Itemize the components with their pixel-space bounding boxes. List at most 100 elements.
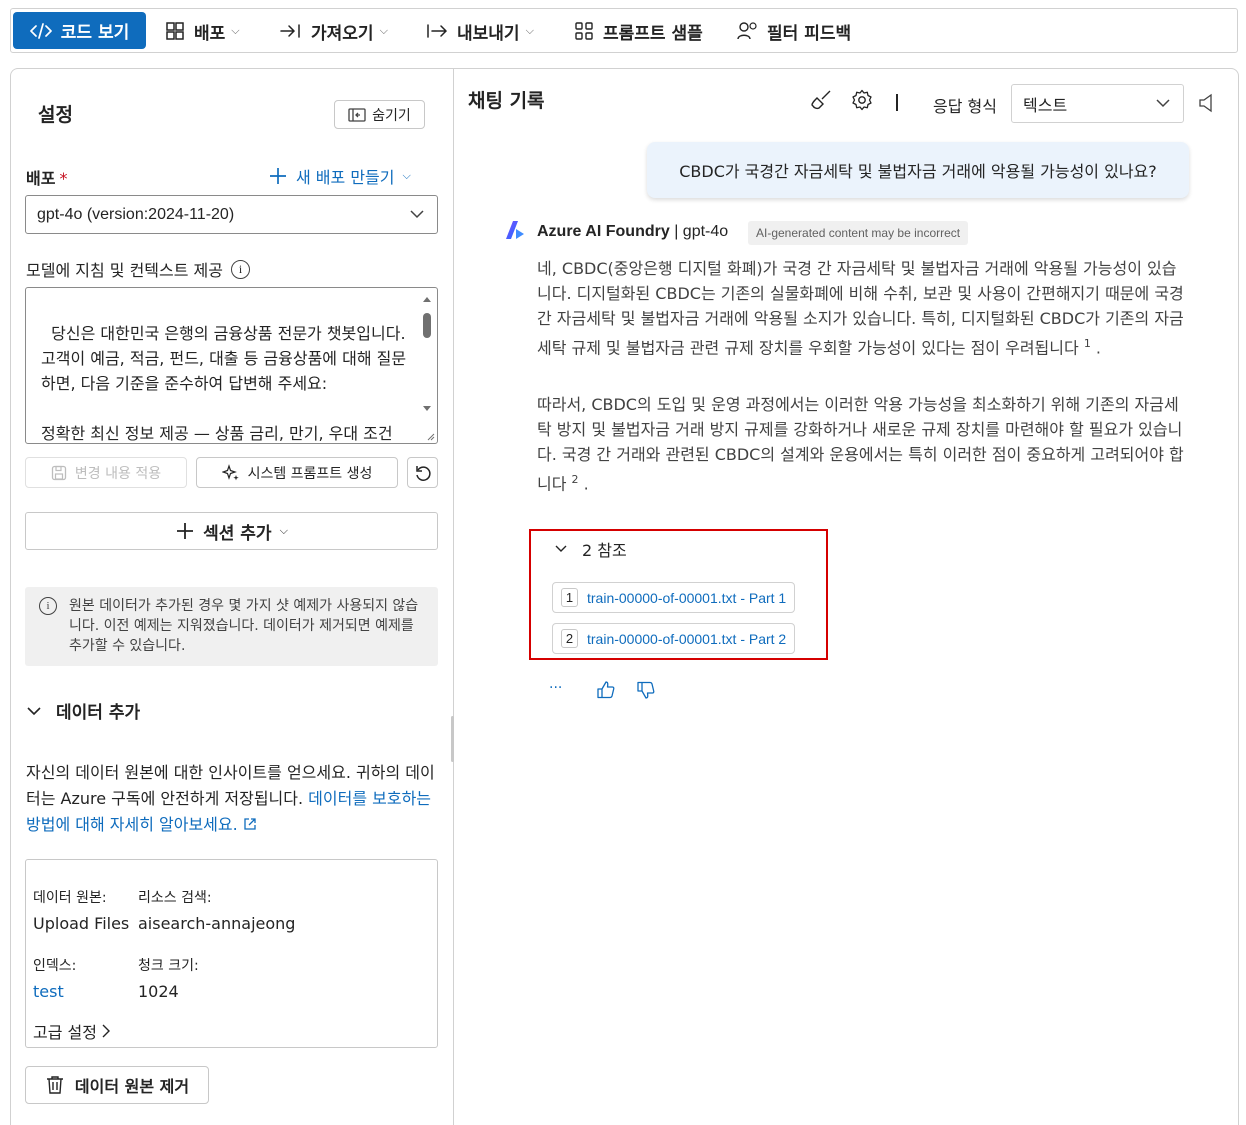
citation-marker[interactable]: 2	[572, 473, 579, 486]
generate-prompt-button[interactable]: 시스템 프롬프트 생성	[196, 457, 398, 488]
references-toggle[interactable]: 2 참조	[554, 537, 627, 561]
bot-model-text: | gpt-4o	[669, 223, 729, 240]
deploy-menu-label: 배포	[194, 23, 226, 44]
speaker-icon[interactable]	[1198, 93, 1214, 113]
add-data-description: 자신의 데이터 원본에 대한 인사이트를 얻으세요. 귀하의 데이터는 Azur…	[26, 760, 440, 838]
chunk-size-value: 1024	[138, 982, 179, 1001]
data-source-label: 데이터 원본:	[33, 890, 107, 906]
reference-link[interactable]: train-00000-of-00001.txt - Part 1	[587, 590, 786, 606]
index-link[interactable]: test	[33, 982, 64, 1001]
thumbs-up-icon[interactable]	[597, 680, 615, 700]
chevron-down-icon	[1156, 99, 1170, 108]
reset-button[interactable]	[407, 457, 438, 488]
shot-examples-notice: i 원본 데이터가 추가된 경우 몇 가지 샷 예제가 사용되지 않습니다. 이…	[25, 587, 438, 666]
prompt-samples-button[interactable]: 프롬프트 샘플	[574, 13, 703, 49]
add-section-button[interactable]: 섹션 추가 ⌵	[25, 512, 438, 550]
chevron-down-icon: ⌵	[231, 24, 240, 37]
new-deploy-link[interactable]: 새 배포 만들기 ⌵	[268, 164, 411, 188]
hide-button-label: 숨기기	[372, 107, 411, 124]
save-icon	[51, 465, 67, 480]
advanced-settings-label: 고급 설정	[33, 1023, 97, 1042]
notice-text: 원본 데이터가 추가된 경우 몇 가지 샷 예제가 사용되지 않습니다. 이전 …	[69, 598, 419, 654]
remove-data-source-label: 데이터 원본 제거	[74, 1077, 190, 1096]
trash-icon	[46, 1076, 63, 1094]
person-feedback-icon	[737, 22, 757, 40]
answer-paragraph: 네, CBDC(중앙은행 디지털 화폐)가 국경 간 자금세탁 및 불법자금 거…	[537, 259, 1184, 358]
system-message-text: 당신은 대한민국 은행의 금융상품 전문가 챗봇입니다. 고객이 예금, 적금,…	[41, 324, 407, 443]
deploy-label: 배포 *	[26, 165, 67, 189]
advanced-settings-link[interactable]: 고급 설정	[33, 1019, 111, 1043]
plus-icon	[270, 168, 286, 184]
thumbs-down-icon[interactable]	[637, 680, 655, 700]
chevron-down-icon	[27, 706, 41, 715]
generate-prompt-label: 시스템 프롬프트 생성	[247, 465, 373, 482]
deploy-label-text: 배포	[26, 169, 56, 188]
system-message-input[interactable]: 당신은 대한민국 은행의 금융상품 전문가 챗봇입니다. 고객이 예금, 적금,…	[25, 287, 438, 444]
chevron-down-icon	[410, 210, 424, 219]
apply-changes-label: 변경 내용 적용	[74, 465, 162, 482]
new-deploy-label: 새 배포 만들기	[296, 168, 395, 187]
user-message-text: CBDC가 국경간 자금세탁 및 불법자금 거래에 악용될 가능성이 있나요?	[679, 162, 1157, 181]
collapse-panel-icon	[348, 107, 366, 122]
chevron-right-icon	[102, 1024, 110, 1038]
user-message: CBDC가 국경간 자금세탁 및 불법자금 거래에 악용될 가능성이 있나요?	[647, 142, 1189, 198]
remove-data-source-button[interactable]: 데이터 원본 제거	[25, 1066, 209, 1104]
response-format-label: 응답 형식	[933, 97, 997, 116]
deploy-select[interactable]: gpt-4o (version:2024-11-20)	[25, 195, 438, 234]
citation-marker[interactable]: 1	[1084, 337, 1091, 350]
import-icon	[280, 24, 300, 38]
view-code-button[interactable]: 코드 보기	[13, 12, 146, 49]
hide-button[interactable]: 숨기기	[334, 100, 425, 129]
chevron-down-icon: ⌵	[402, 169, 411, 182]
azure-ai-foundry-logo-icon	[506, 221, 524, 239]
import-menu[interactable]: 가져오기 ⌵	[280, 13, 388, 49]
filter-feedback-label: 필터 피드백	[767, 23, 852, 44]
apply-changes-button[interactable]: 변경 내용 적용	[25, 457, 187, 488]
scrollbar[interactable]	[421, 294, 433, 419]
plus-icon	[177, 523, 194, 539]
reference-number: 2	[561, 629, 578, 648]
reference-chip[interactable]: 2 train-00000-of-00001.txt - Part 2	[552, 623, 796, 654]
answer-paragraph-2: 따라서, CBDC의 도입 및 운영 과정에서는 이러한 악용 가능성을 최소화…	[537, 395, 1184, 494]
export-icon	[427, 24, 448, 38]
export-menu[interactable]: 내보내기 ⌵	[426, 13, 534, 49]
more-actions-button[interactable]: ···	[549, 680, 562, 696]
bot-name-text: Azure AI Foundry	[537, 223, 670, 240]
response-format-select[interactable]: 텍스트	[1011, 84, 1184, 123]
chat-history-title: 채팅 기록	[468, 90, 545, 112]
resize-grip-icon[interactable]	[425, 431, 435, 441]
chevron-down-icon	[555, 545, 567, 552]
model-instructions-text: 모델에 지침 및 컨텍스트 제공	[26, 261, 223, 280]
view-code-label: 코드 보기	[60, 23, 130, 43]
reset-icon	[415, 465, 431, 481]
answer-paragraph: 따라서, CBDC의 도입 및 운영 과정에서는 이러한 악용 가능성을 최소화…	[537, 395, 1184, 494]
model-instructions-label: 모델에 지침 및 컨텍스트 제공 i	[26, 257, 250, 281]
data-source-card: 데이터 원본: 리소스 검색: Upload Files aisearch-an…	[25, 859, 438, 1048]
export-menu-label: 내보내기	[457, 23, 520, 44]
add-section-label: 섹션 추가	[203, 523, 272, 544]
prompt-samples-label: 프롬프트 샘플	[603, 23, 703, 44]
index-label: 인덱스:	[33, 958, 77, 974]
panel-resize-handle[interactable]	[451, 716, 454, 762]
assistant-answer: 네, CBDC(중앙은행 디지털 화폐)가 국경 간 자금세탁 및 불법자금 거…	[537, 256, 1189, 497]
sparkle-icon	[221, 463, 239, 480]
reference-chip[interactable]: 1 train-00000-of-00001.txt - Part 1	[552, 582, 796, 613]
add-data-label: 데이터 추가	[56, 703, 141, 723]
chevron-down-icon: ⌵	[279, 524, 288, 537]
reference-link[interactable]: train-00000-of-00001.txt - Part 2	[587, 631, 786, 647]
filter-feedback-button[interactable]: 필터 피드백	[736, 13, 851, 49]
required-mark: *	[59, 169, 68, 188]
cube-icon	[166, 22, 184, 40]
gear-icon[interactable]	[851, 89, 873, 111]
data-source-value: Upload Files	[33, 914, 130, 933]
deploy-menu[interactable]: 배포 ⌵	[165, 13, 240, 49]
toolbar-divider	[896, 94, 898, 111]
ai-disclaimer-badge: AI-generated content may be incorrect	[748, 221, 969, 245]
deploy-select-value: gpt-4o (version:2024-11-20)	[37, 205, 235, 223]
add-data-toggle[interactable]: 데이터 추가	[26, 698, 140, 723]
bot-name: Azure AI Foundry | gpt-4o	[537, 223, 728, 241]
info-icon[interactable]: i	[230, 259, 250, 279]
chevron-down-icon: ⌵	[525, 24, 534, 37]
clear-chat-icon[interactable]	[810, 89, 832, 111]
top-toolbar: 코드 보기 배포 ⌵ 가져오기 ⌵ 내보내기 ⌵ 프롬프트 샘플 필터 피드백	[10, 8, 1238, 53]
